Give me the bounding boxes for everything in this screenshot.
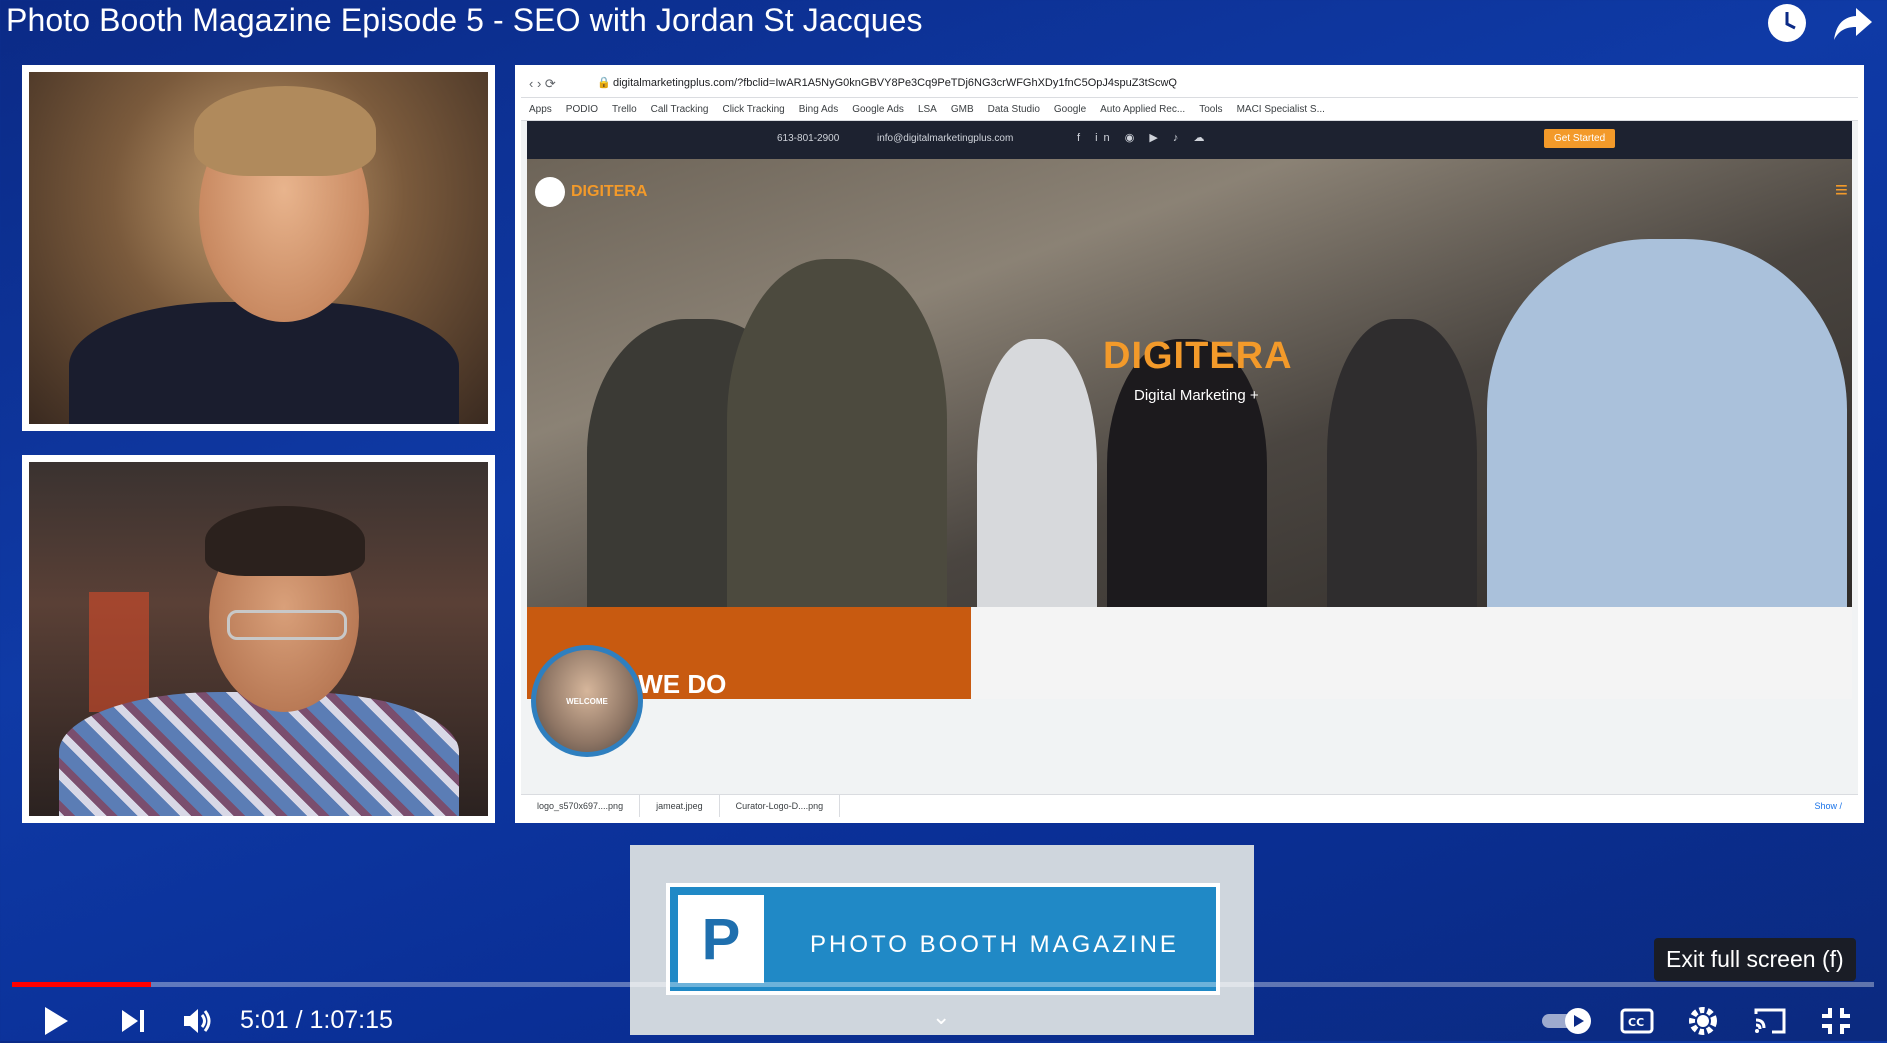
time-display: 5:01 / 1:07:15 <box>240 1006 393 1034</box>
bookmarks-bar: Apps PODIO Trello Call Tracking Click Tr… <box>521 98 1858 121</box>
screen-share: ‹ › ⟳ 🔒 digitalmarketingplus.com/?fbclid… <box>515 65 1864 823</box>
webcam-tile-host <box>22 65 495 431</box>
social-icons[interactable]: f in ◉ ▶ ♪ ☁ <box>1077 131 1210 144</box>
site-topbar: 613-801-2900 info@digitalmarketingplus.c… <box>527 121 1852 159</box>
bookmark-item[interactable]: Google Ads <box>852 104 904 115</box>
progress-bar[interactable] <box>12 982 1874 987</box>
bookmark-item[interactable]: Click Tracking <box>722 104 784 115</box>
bookmark-item[interactable]: LSA <box>918 104 937 115</box>
share-icon[interactable] <box>1832 2 1874 44</box>
webcam-feed <box>29 72 488 424</box>
address-bar[interactable]: ‹ › ⟳ 🔒 digitalmarketingplus.com/?fbclid… <box>521 71 1858 98</box>
site-hero: DIGITERA ≡ DIGITERA Digital Marketing + <box>527 159 1852 607</box>
bookmark-item[interactable]: Tools <box>1199 104 1222 115</box>
autoplay-toggle[interactable] <box>1540 1006 1596 1041</box>
services-section <box>971 607 1852 699</box>
bookmark-item[interactable]: GMB <box>951 104 974 115</box>
logo-banner: P PHOTO BOOTH MAGAZINE <box>666 883 1220 995</box>
get-started-button[interactable]: Get Started <box>1544 129 1616 148</box>
webcam-feed <box>29 462 488 816</box>
bookmark-item[interactable]: Google <box>1054 104 1086 115</box>
lock-icon: 🔒 <box>597 77 611 89</box>
download-item[interactable]: logo_s570x697....png <box>521 795 641 817</box>
play-button[interactable] <box>38 1004 72 1043</box>
site-phone[interactable]: 613-801-2900 <box>777 133 839 144</box>
welcome-label: WELCOME <box>566 696 608 706</box>
progress-played <box>12 982 151 987</box>
bookmark-item[interactable]: MACI Specialist S... <box>1237 104 1325 115</box>
bookmark-item[interactable]: Trello <box>612 104 637 115</box>
show-all-link[interactable]: Show / <box>1798 795 1858 817</box>
volume-button[interactable] <box>180 1004 214 1043</box>
exit-fullscreen-tooltip: Exit full screen (f) <box>1654 938 1856 981</box>
bookmark-item[interactable]: Data Studio <box>988 104 1040 115</box>
bookmark-item[interactable]: Bing Ads <box>799 104 838 115</box>
cast-icon[interactable] <box>1752 1006 1788 1041</box>
browser-window: ‹ › ⟳ 🔒 digitalmarketingplus.com/?fbclid… <box>521 71 1858 817</box>
hero-subtitle: Digital Marketing + <box>1134 387 1259 404</box>
logo-letter: P <box>678 895 764 983</box>
download-item[interactable]: jameat.jpeg <box>640 795 720 817</box>
svg-text:CC: CC <box>1628 1016 1644 1029</box>
site-logo-icon <box>535 177 565 207</box>
chevron-down-icon[interactable]: ⌄ <box>932 1004 950 1030</box>
bookmark-item[interactable]: Auto Applied Rec... <box>1100 104 1185 115</box>
settings-gear-icon[interactable] <box>1686 1004 1720 1043</box>
watch-later-icon[interactable] <box>1766 2 1808 44</box>
next-button[interactable] <box>118 1006 148 1041</box>
video-title: Photo Booth Magazine Episode 5 - SEO wit… <box>6 2 923 38</box>
bookmark-item[interactable]: Apps <box>529 104 552 115</box>
hero-brand: DIGITERA <box>1103 335 1293 377</box>
bookmark-item[interactable]: Call Tracking <box>651 104 709 115</box>
site-email[interactable]: info@digitalmarketingplus.com <box>877 133 1013 144</box>
downloads-bar: logo_s570x697....png jameat.jpeg Curator… <box>521 794 1858 817</box>
webcam-tile-guest <box>22 455 495 823</box>
hamburger-menu-icon[interactable]: ≡ <box>1835 177 1848 203</box>
logo-text: PHOTO BOOTH MAGAZINE <box>810 931 1179 958</box>
url-text[interactable]: digitalmarketingplus.com/?fbclid=IwAR1A5… <box>613 77 1177 89</box>
back-forward-icon[interactable]: ‹ › ⟳ <box>529 76 556 92</box>
bookmark-item[interactable]: PODIO <box>566 104 598 115</box>
captions-icon[interactable]: CC <box>1620 1008 1654 1039</box>
exit-fullscreen-icon[interactable] <box>1820 1006 1852 1041</box>
site-logo-text[interactable]: DIGITERA <box>571 183 647 201</box>
welcome-video-bubble[interactable]: WELCOME <box>531 645 643 757</box>
download-item[interactable]: Curator-Logo-D....png <box>720 795 841 817</box>
